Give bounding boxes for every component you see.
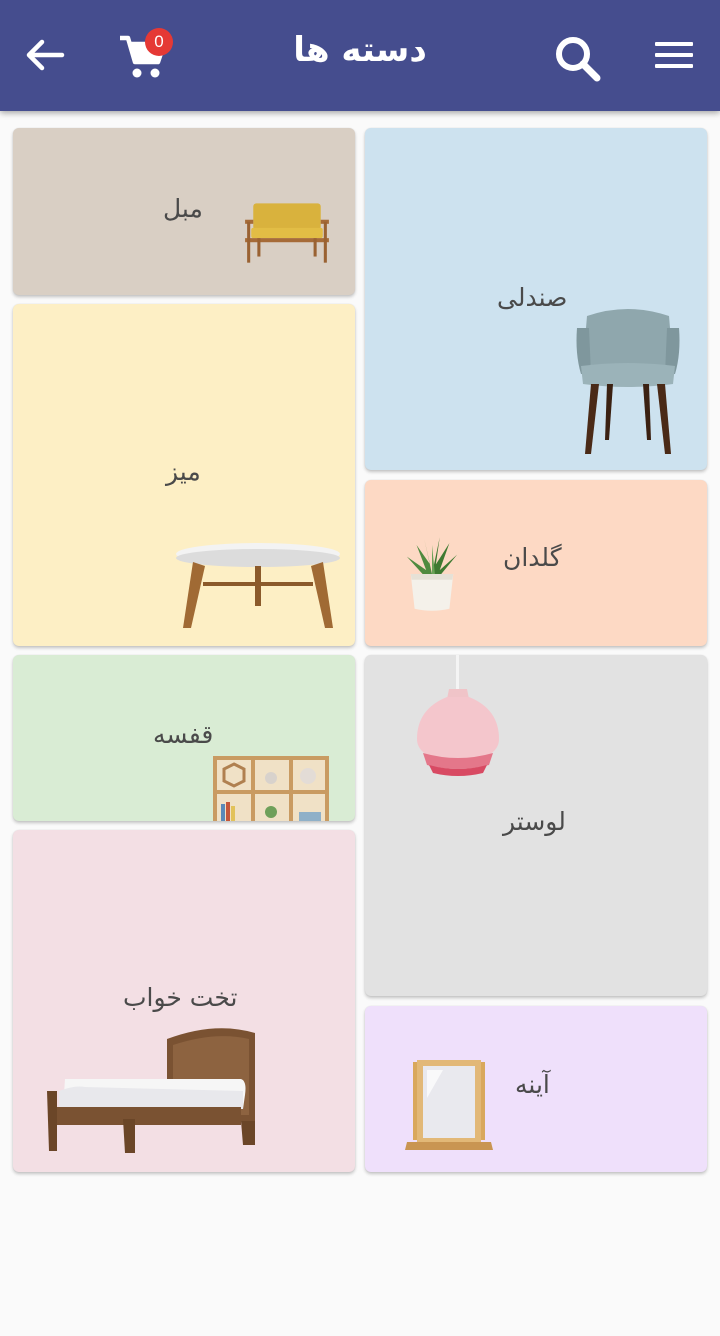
shelf-icon xyxy=(213,756,329,821)
category-label: قفسه xyxy=(153,720,214,749)
category-label: تخت خواب xyxy=(123,983,238,1012)
category-label: لوستر xyxy=(503,807,566,836)
table-icon xyxy=(176,543,340,628)
category-label: مبل xyxy=(163,194,203,223)
menu-icon[interactable] xyxy=(652,36,698,76)
category-label: آینه xyxy=(515,1070,550,1099)
app-bar: 0 دسته ها xyxy=(0,0,720,111)
category-label: گلدان xyxy=(503,543,562,572)
mirror-icon xyxy=(405,1060,493,1150)
category-card-chandelier[interactable]: لوستر xyxy=(365,655,707,996)
category-label: صندلی xyxy=(497,283,568,312)
category-card-bed[interactable]: تخت خواب xyxy=(13,830,355,1172)
bed-icon xyxy=(47,1028,255,1153)
category-card-chair[interactable]: صندلی xyxy=(365,128,707,470)
category-card-shelf[interactable]: قفسه xyxy=(13,655,355,821)
pendant-lamp-icon xyxy=(417,655,499,776)
sofa-icon xyxy=(245,203,329,263)
category-card-vase[interactable]: گلدان xyxy=(365,480,707,646)
category-label: میز xyxy=(166,457,201,486)
category-card-table[interactable]: میز xyxy=(13,304,355,646)
plant-pot-icon xyxy=(406,537,458,611)
chair-icon xyxy=(576,309,680,454)
category-card-mirror[interactable]: آینه xyxy=(365,1006,707,1172)
page-title: دسته ها xyxy=(293,30,427,70)
category-card-sofa[interactable]: مبل xyxy=(13,128,355,295)
search-icon[interactable] xyxy=(552,33,602,83)
